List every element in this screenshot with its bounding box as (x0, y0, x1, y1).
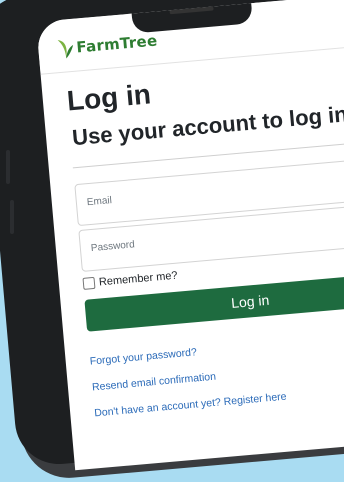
auth-links: Forgot your password? Resend email confi… (89, 327, 344, 419)
login-content: Log in Use your account to log in Email … (66, 57, 344, 433)
remember-me-checkbox[interactable] (82, 276, 96, 290)
brand-name: FarmTree (75, 31, 159, 57)
email-placeholder: Email (86, 195, 113, 209)
volume-up-button (6, 150, 10, 184)
brand-logo[interactable]: FarmTree (56, 30, 159, 61)
password-placeholder: Password (90, 239, 136, 255)
phone-mockup: FarmTree Log in Use your account to log … (0, 0, 344, 482)
phone-screen: FarmTree Log in Use your account to log … (36, 0, 344, 471)
forgot-password-link[interactable]: Forgot your password? (89, 327, 344, 367)
leaf-icon (57, 40, 74, 59)
remember-me-label[interactable]: Remember me? (98, 270, 178, 289)
volume-down-button (10, 200, 14, 234)
